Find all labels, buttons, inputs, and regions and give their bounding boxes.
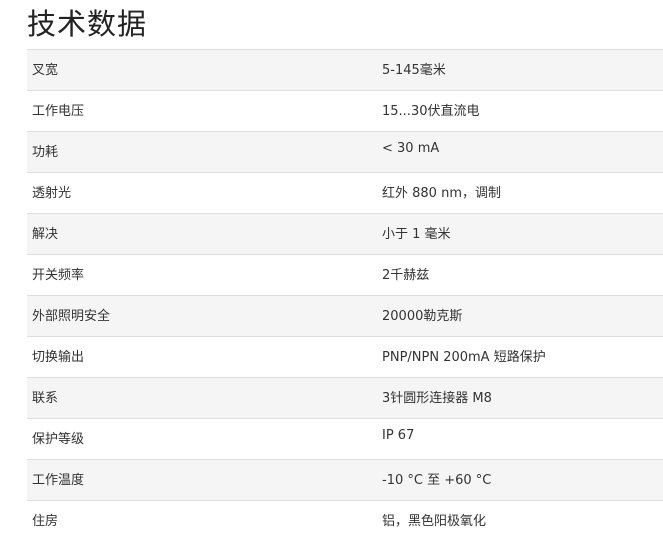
- table-row: 保护等级 IP 67: [27, 418, 663, 460]
- table-row: 切换输出 PNP/NPN 200mA 短路保护: [27, 336, 663, 378]
- spec-value: 15...30伏直流电: [377, 90, 663, 132]
- spec-label: 开关频率: [27, 254, 377, 296]
- spec-value: < 30 mA: [377, 131, 663, 173]
- spec-label: 住房: [27, 500, 377, 542]
- table-row: 工作电压 15...30伏直流电: [27, 90, 663, 132]
- spec-value: 红外 880 nm，调制: [377, 172, 663, 214]
- spec-value: -10 °C 至 +60 °C: [377, 459, 663, 501]
- spec-label: 外部照明安全: [27, 295, 377, 337]
- table-row: 住房 铝，黑色阳极氧化: [27, 500, 663, 542]
- spec-value: 小于 1 毫米: [377, 213, 663, 255]
- spec-label: 切换输出: [27, 336, 377, 378]
- spec-value: 3针圆形连接器 M8: [377, 377, 663, 419]
- spec-value: 20000勒克斯: [377, 295, 663, 337]
- table-row: 工作温度 -10 °C 至 +60 °C: [27, 459, 663, 501]
- spec-label: 透射光: [27, 172, 377, 214]
- spec-label: 联系: [27, 377, 377, 419]
- spec-value: 2千赫兹: [377, 254, 663, 296]
- table-row: 联系 3针圆形连接器 M8: [27, 377, 663, 419]
- spec-value: 5-145毫米: [377, 49, 663, 91]
- page-title: 技术数据: [27, 7, 148, 41]
- spec-label: 保护等级: [27, 418, 377, 460]
- table-row: 开关频率 2千赫兹: [27, 254, 663, 296]
- spec-label: 叉宽: [27, 49, 377, 91]
- spec-label: 工作温度: [27, 459, 377, 501]
- spec-label: 工作电压: [27, 90, 377, 132]
- spec-label: 解决: [27, 213, 377, 255]
- table-row: 解决 小于 1 毫米: [27, 213, 663, 255]
- table-row: 透射光 红外 880 nm，调制: [27, 172, 663, 214]
- technical-data-table: 叉宽 5-145毫米 工作电压 15...30伏直流电 功耗 < 30 mA 透…: [27, 49, 663, 542]
- spec-value: 铝，黑色阳极氧化: [377, 500, 663, 542]
- spec-value: PNP/NPN 200mA 短路保护: [377, 336, 663, 378]
- table-row: 外部照明安全 20000勒克斯: [27, 295, 663, 337]
- table-row: 叉宽 5-145毫米: [27, 49, 663, 91]
- spec-label: 功耗: [27, 131, 377, 173]
- spec-value: IP 67: [377, 418, 663, 460]
- table-row: 功耗 < 30 mA: [27, 131, 663, 173]
